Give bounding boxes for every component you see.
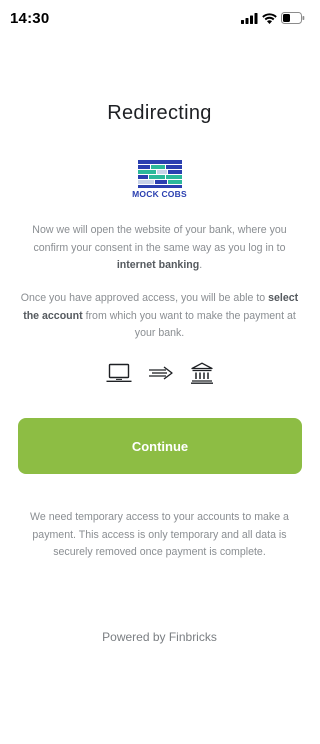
intro-text-bold: internet banking <box>116 259 200 271</box>
powered-by: Powered by Finbricks <box>102 630 217 644</box>
continue-button[interactable]: Continue <box>18 418 302 474</box>
bank-logo: MOCK COBS <box>0 160 319 199</box>
page-title: Redirecting <box>107 102 212 124</box>
intro-text: Now we will open the website of your ban… <box>18 222 301 275</box>
status-bar: 14:30 <box>0 0 319 38</box>
instructions-text-part1: Once you have approved access, you will … <box>20 292 269 304</box>
battery-icon <box>281 11 305 29</box>
cellular-signal-icon <box>241 11 258 29</box>
bank-building-logo-icon <box>135 160 185 188</box>
redirect-flow <box>0 362 319 384</box>
intro-text-part2: . <box>199 259 203 271</box>
laptop-icon <box>106 363 132 383</box>
status-icons <box>241 11 305 29</box>
bank-name: MOCK COBS <box>132 189 187 199</box>
instructions-text: Once you have approved access, you will … <box>18 290 301 343</box>
status-time: 14:30 <box>10 10 50 27</box>
instructions-text-part2: from which you want to make the payment … <box>82 309 296 340</box>
wifi-icon <box>262 11 277 29</box>
arrow-right-icon <box>148 366 174 380</box>
intro-text-part1: Now we will open the website of your ban… <box>32 224 287 254</box>
bank-icon <box>190 362 214 384</box>
access-note: We need temporary access to your account… <box>30 511 289 558</box>
